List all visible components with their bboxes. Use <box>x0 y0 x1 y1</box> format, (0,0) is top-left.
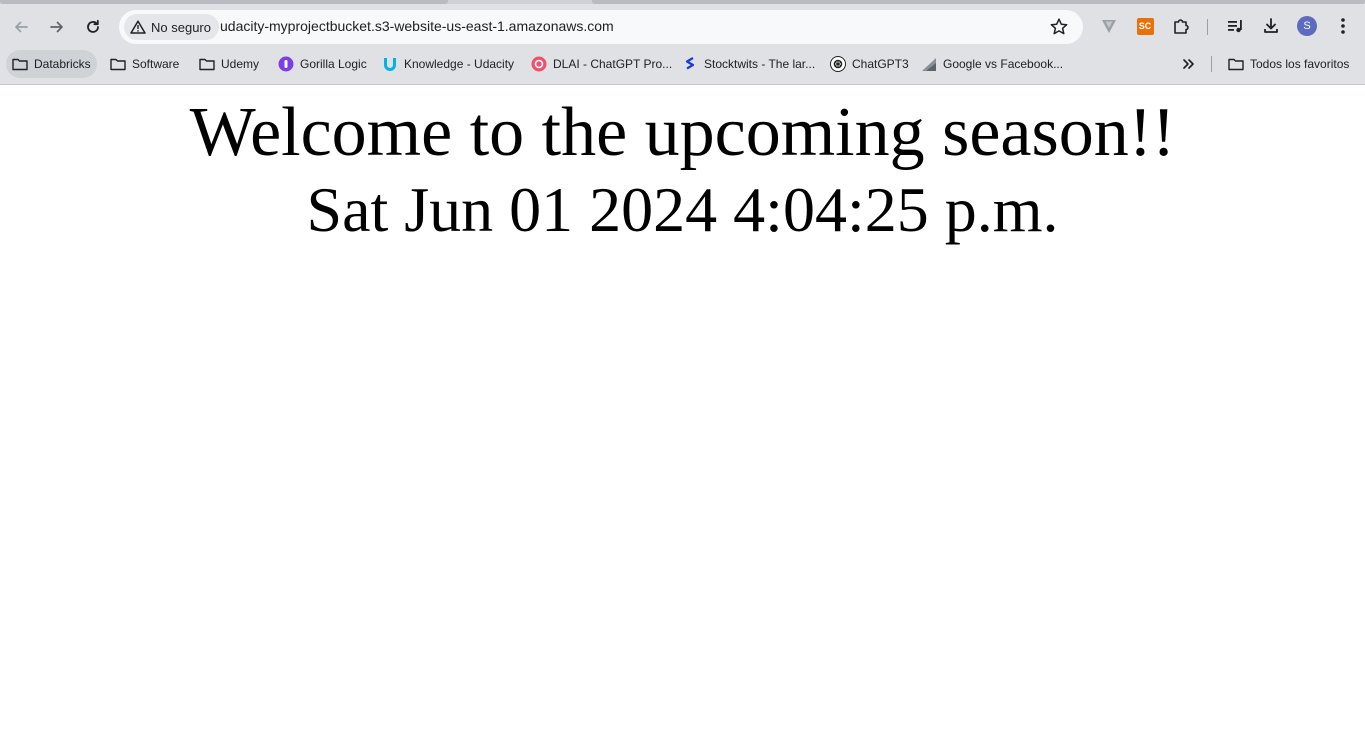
bookmark-label: Udemy <box>221 57 260 71</box>
download-icon[interactable] <box>1260 15 1282 37</box>
double-chevron-right-icon <box>1181 56 1197 72</box>
folder-icon <box>110 56 126 72</box>
back-arrow-icon <box>15 21 28 33</box>
folder-icon <box>1228 56 1244 72</box>
bookmarks-divider <box>1211 56 1212 72</box>
more-bookmarks-button[interactable] <box>1175 50 1203 78</box>
bookmark-label: DLAI - ChatGPT Pro... <box>553 57 673 71</box>
bookmark-label: Knowledge - Udacity <box>404 57 515 71</box>
media-queue-icon[interactable] <box>1224 15 1246 37</box>
security-chip[interactable]: No seguro <box>124 14 219 40</box>
toolbar-divider <box>1207 19 1208 35</box>
warning-icon <box>130 20 146 34</box>
bookmark-star-icon[interactable] <box>1049 17 1069 37</box>
all-bookmarks-folder[interactable]: Todos los favoritos <box>1222 50 1355 78</box>
tab-background-left[interactable] <box>0 0 448 4</box>
tab-background-right[interactable] <box>592 0 1365 4</box>
page-content: Welcome to the upcoming season!! Sat Jun… <box>0 85 1365 730</box>
bookmark-databricks[interactable]: Databricks <box>6 50 97 78</box>
bookmark-label: Software <box>132 57 180 71</box>
back-button[interactable] <box>7 13 35 41</box>
bookmark-label: Stocktwits - The lar... <box>704 57 816 71</box>
bookmark-google-vs-facebook[interactable]: Google vs Facebook... <box>915 50 1069 78</box>
extension-sc-icon[interactable]: SC <box>1134 15 1156 37</box>
bookmark-udemy[interactable]: Udemy <box>193 50 265 78</box>
all-bookmarks-label: Todos los favoritos <box>1250 57 1350 71</box>
bookmark-dlai[interactable]: DLAI - ChatGPT Pro... <box>525 50 678 78</box>
datetime-heading: Sat Jun 01 2024 4:04:25 p.m. <box>306 174 1059 245</box>
bookmark-stocktwits[interactable]: Stocktwits - The lar... <box>676 50 821 78</box>
stocktwits-icon <box>682 56 698 72</box>
bookmarks-bar: Databricks Software Udemy Gorilla Logic … <box>0 50 1365 78</box>
bookmark-chatgpt3[interactable]: ChatGPT3 <box>824 50 915 78</box>
url-text[interactable]: udacity-myprojectbucket.s3-website-us-ea… <box>220 18 614 34</box>
bookmark-label: Google vs Facebook... <box>943 57 1064 71</box>
reload-button[interactable] <box>79 13 107 41</box>
bookmark-label: Databricks <box>34 57 91 71</box>
avatar: S <box>1297 16 1317 36</box>
reload-icon <box>87 19 99 33</box>
extensions-puzzle-icon[interactable] <box>1170 15 1192 37</box>
forward-arrow-icon <box>50 21 63 33</box>
gorilla-logic-icon <box>278 56 294 72</box>
dlai-icon <box>531 56 547 72</box>
bookmark-label: Gorilla Logic <box>300 57 367 71</box>
security-label: No seguro <box>151 19 211 35</box>
sc-badge: SC <box>1136 17 1154 35</box>
address-bar[interactable]: No seguro udacity-myprojectbucket.s3-web… <box>119 10 1083 44</box>
welcome-heading: Welcome to the upcoming season!! <box>189 94 1176 171</box>
browser-chrome: No seguro udacity-myprojectbucket.s3-web… <box>0 0 1365 85</box>
chart-icon <box>921 56 937 72</box>
folder-icon <box>12 56 28 72</box>
udacity-icon <box>382 56 398 72</box>
openai-icon <box>830 56 846 72</box>
bookmark-knowledge-udacity[interactable]: Knowledge - Udacity <box>376 50 520 78</box>
menu-kebab-icon[interactable] <box>1332 15 1354 37</box>
extension-v-icon[interactable] <box>1098 15 1120 37</box>
bookmark-label: ChatGPT3 <box>852 57 909 71</box>
forward-button[interactable] <box>43 13 71 41</box>
folder-icon <box>199 56 215 72</box>
bookmark-gorilla-logic[interactable]: Gorilla Logic <box>272 50 373 78</box>
profile-avatar[interactable]: S <box>1296 15 1318 37</box>
bookmark-software[interactable]: Software <box>104 50 185 78</box>
